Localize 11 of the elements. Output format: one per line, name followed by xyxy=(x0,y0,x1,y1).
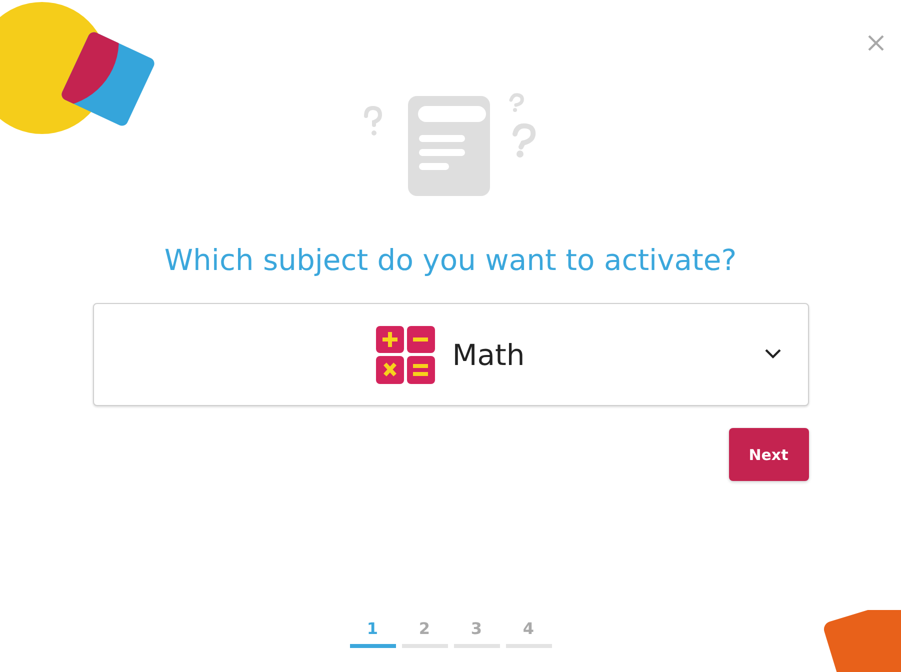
step-tab[interactable]: 1 xyxy=(350,620,396,648)
step-tab[interactable]: 4 xyxy=(506,620,552,648)
question-heading: Which subject do you want to activate? xyxy=(164,242,737,278)
next-button[interactable]: Next xyxy=(728,428,808,481)
selected-subject: Math xyxy=(452,338,525,372)
math-symbols-icon xyxy=(376,326,436,384)
subject-dropdown[interactable]: Math xyxy=(92,303,808,406)
close-icon[interactable] xyxy=(867,34,885,52)
step-tab[interactable]: 3 xyxy=(454,620,500,648)
chevron-down-icon xyxy=(764,348,782,359)
step-tab[interactable]: 2 xyxy=(402,620,448,648)
